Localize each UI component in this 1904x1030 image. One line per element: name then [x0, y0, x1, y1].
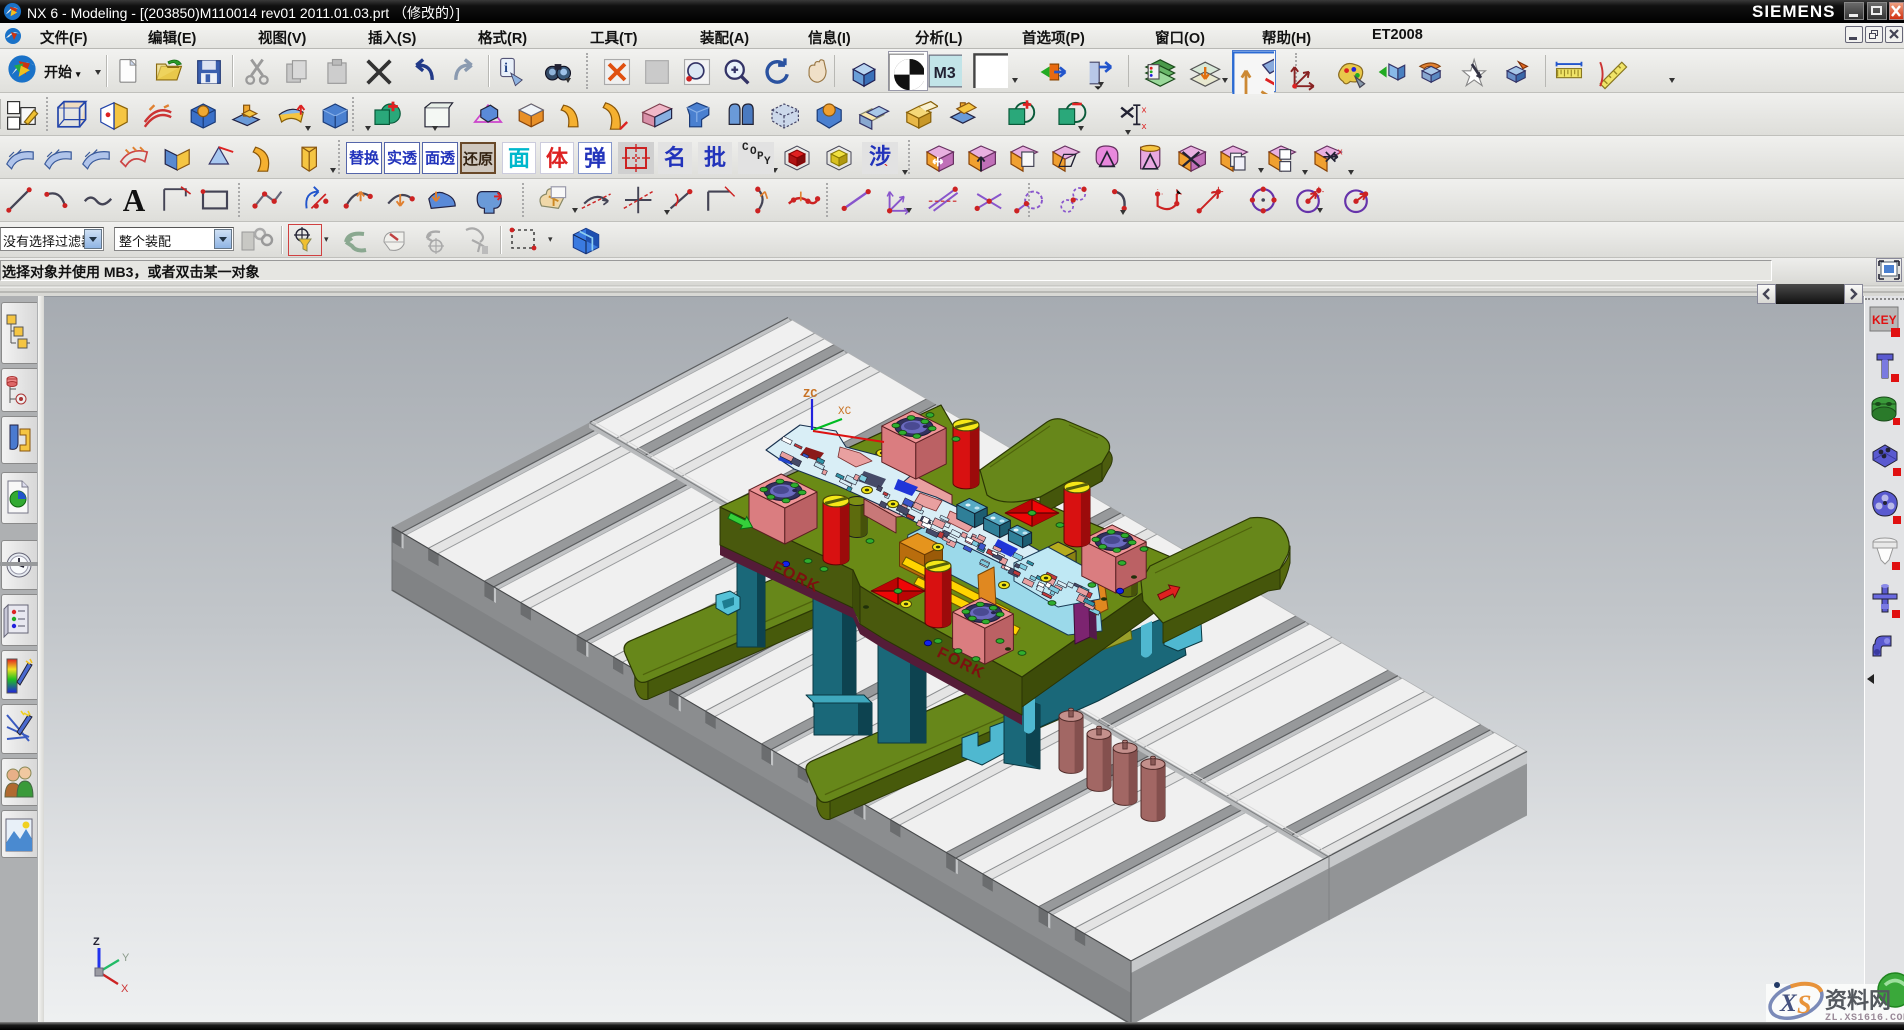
- svg-text:A: A: [123, 183, 146, 218]
- svg-text:x: x: [1338, 146, 1343, 157]
- svg-text:资料网: 资料网: [1825, 988, 1891, 1013]
- svg-text:ZC: ZC: [803, 387, 817, 401]
- svg-text:KEY: KEY: [1872, 313, 1897, 327]
- svg-text:S: S: [1797, 990, 1811, 1019]
- svg-text:x: x: [1142, 121, 1147, 132]
- svg-text:Z: Z: [93, 936, 100, 948]
- svg-text:X: X: [121, 983, 129, 995]
- svg-text:Y: Y: [122, 952, 130, 964]
- svg-text:i: i: [504, 60, 508, 75]
- svg-text:M3: M3: [934, 65, 956, 82]
- svg-text:XC: XC: [838, 406, 852, 418]
- svg-text:x: x: [1142, 104, 1147, 115]
- svg-text:X: X: [1779, 990, 1798, 1017]
